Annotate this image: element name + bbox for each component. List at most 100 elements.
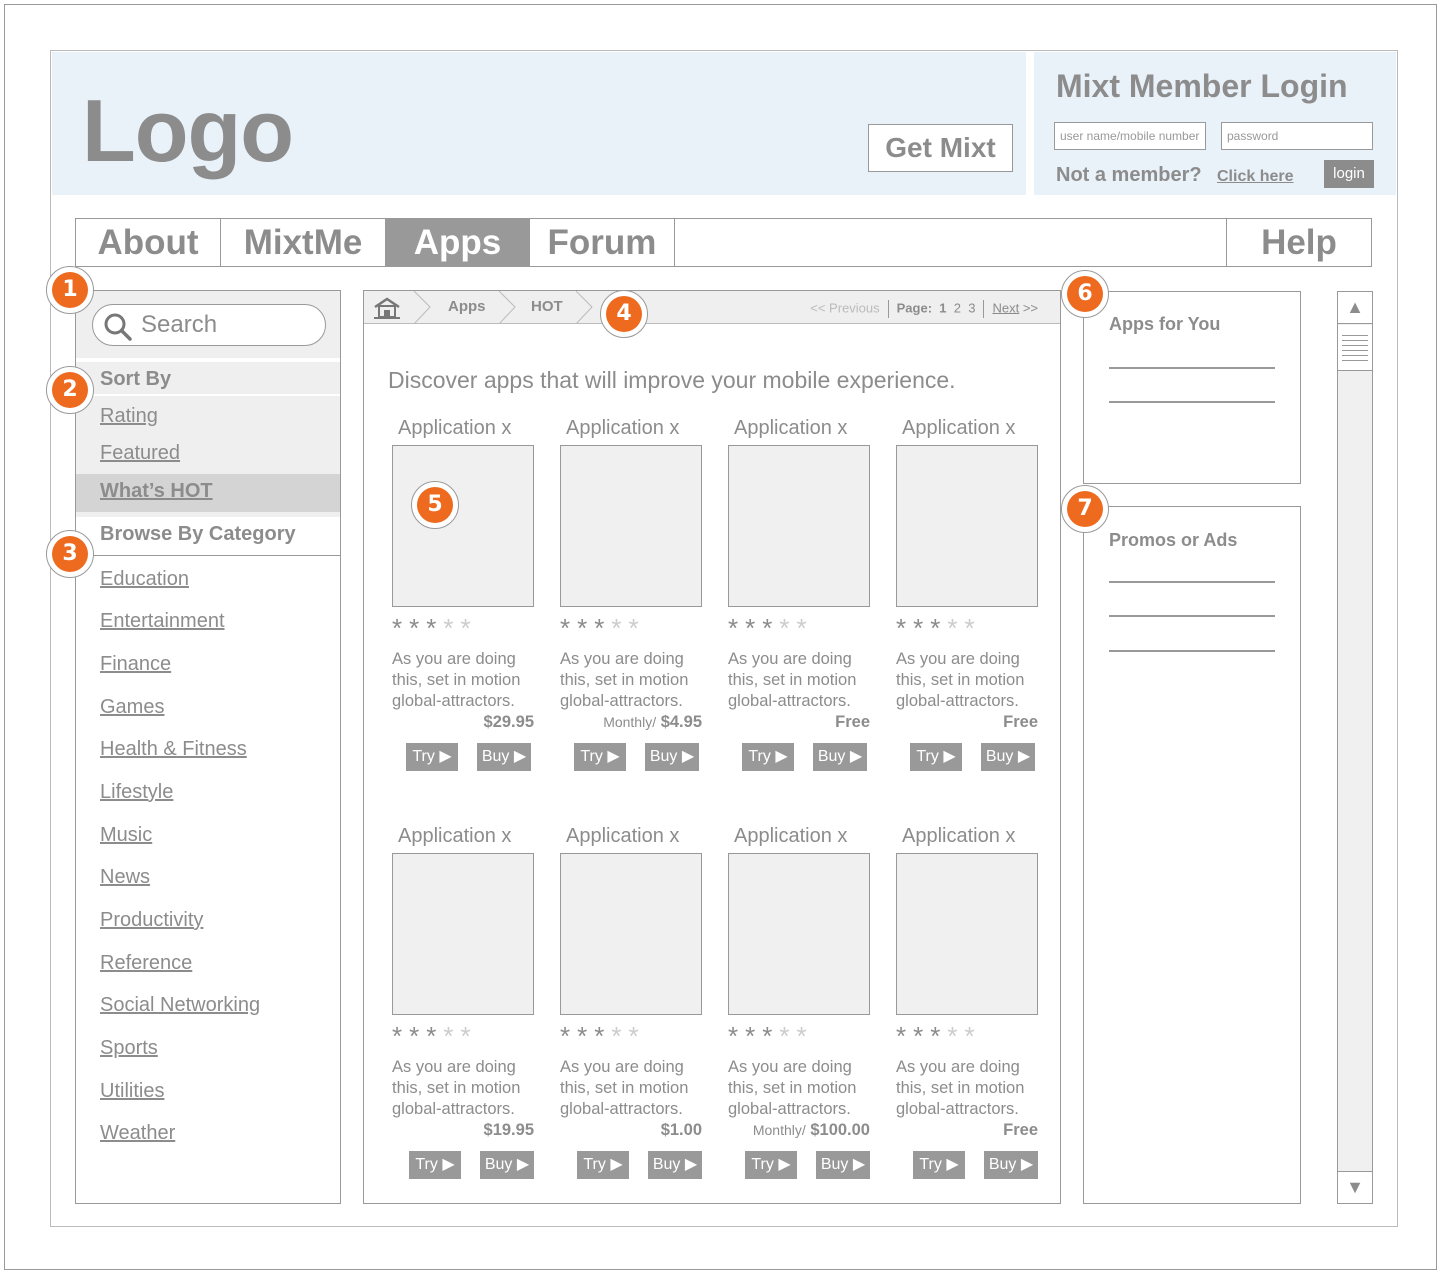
try-button[interactable]: Try ▶ <box>910 743 962 771</box>
category-games[interactable]: Games <box>100 696 164 719</box>
buy-button[interactable]: Buy ▶ <box>813 743 867 771</box>
click-here-link[interactable]: Click here <box>1217 168 1293 186</box>
app-card[interactable]: Application x ***** As you are doing this,… <box>728 825 874 1185</box>
app-name[interactable]: Application x <box>566 825 679 848</box>
app-description: As you are doing this, set in motion glo… <box>392 650 521 710</box>
try-button[interactable]: Try ▶ <box>409 1151 461 1179</box>
app-card[interactable]: Application x ***** As you are doing this,… <box>392 417 538 777</box>
username-input[interactable] <box>1054 122 1206 150</box>
category-reference[interactable]: Reference <box>100 952 192 975</box>
sort-whats-hot-link[interactable]: What’s HOT <box>100 480 213 503</box>
sort-rating-link[interactable]: Rating <box>100 405 158 428</box>
app-price-line: Free <box>835 713 870 732</box>
category-productivity[interactable]: Productivity <box>100 909 203 932</box>
app-card[interactable]: Application x ***** As you are doing this,… <box>560 417 706 777</box>
rating-stars: ***** <box>392 613 478 644</box>
star-icon: * <box>947 1021 965 1051</box>
app-thumbnail[interactable] <box>560 853 702 1015</box>
try-button[interactable]: Try ▶ <box>577 1151 629 1179</box>
pager-next-arrows[interactable]: >> <box>1023 300 1038 315</box>
buy-button[interactable]: Buy ▶ <box>981 743 1035 771</box>
scroll-thumb[interactable] <box>1338 325 1372 371</box>
pager-next[interactable]: Next <box>992 300 1019 315</box>
try-button[interactable]: Try ▶ <box>745 1151 797 1179</box>
app-card[interactable]: Application x ***** As you are doing this,… <box>896 825 1042 1185</box>
search-box[interactable] <box>92 304 326 346</box>
pager-page-1[interactable]: 1 <box>939 300 946 315</box>
category-music[interactable]: Music <box>100 824 152 847</box>
nav-apps[interactable]: Apps <box>386 219 530 266</box>
logo[interactable]: Logo <box>82 80 294 182</box>
breadcrumb-apps[interactable]: Apps <box>448 298 486 315</box>
category-entertainment[interactable]: Entertainment <box>100 610 225 633</box>
app-thumbnail[interactable] <box>896 445 1038 607</box>
nav-about[interactable]: About <box>76 219 221 266</box>
try-button[interactable]: Try ▶ <box>742 743 794 771</box>
app-name[interactable]: Application x <box>398 825 511 848</box>
buy-button[interactable]: Buy ▶ <box>984 1151 1038 1179</box>
search-input[interactable] <box>141 311 316 339</box>
category-social-networking[interactable]: Social Networking <box>100 994 260 1017</box>
app-thumbnail[interactable] <box>896 853 1038 1015</box>
app-name[interactable]: Application x <box>734 417 847 440</box>
buy-button[interactable]: Buy ▶ <box>480 1151 534 1179</box>
app-name[interactable]: Application x <box>398 417 511 440</box>
try-button[interactable]: Try ▶ <box>913 1151 965 1179</box>
category-sports[interactable]: Sports <box>100 1037 158 1060</box>
pager-previous[interactable]: << Previous <box>810 300 879 315</box>
get-mixt-button[interactable]: Get Mixt <box>868 124 1013 172</box>
scroll-up-icon[interactable]: ▲ <box>1338 292 1372 324</box>
app-card[interactable]: Application x ***** As you are doing this,… <box>728 417 874 777</box>
app-price-line: Monthly/ $4.95 <box>603 713 702 732</box>
nav-mixtme[interactable]: MixtMe <box>221 219 386 266</box>
buy-button[interactable]: Buy ▶ <box>477 743 531 771</box>
nav-forum[interactable]: Forum <box>530 219 675 266</box>
app-card[interactable]: Application x ***** As you are doing this,… <box>560 825 706 1185</box>
login-title: Mixt Member Login <box>1056 68 1348 104</box>
app-name[interactable]: Application x <box>566 417 679 440</box>
scrollbar[interactable]: ▲ ▼ <box>1337 291 1373 1204</box>
buy-button[interactable]: Buy ▶ <box>816 1151 870 1179</box>
star-icon: * <box>460 613 478 643</box>
password-input[interactable] <box>1221 122 1373 150</box>
breadcrumb-hot[interactable]: HOT <box>531 298 563 315</box>
pager-page-3[interactable]: 3 <box>968 300 975 315</box>
pager-page-2[interactable]: 2 <box>954 300 961 315</box>
category-health-fitness[interactable]: Health & Fitness <box>100 738 247 761</box>
star-icon: * <box>913 1021 931 1051</box>
category-news[interactable]: News <box>100 866 150 889</box>
star-icon: * <box>964 1021 982 1051</box>
app-price: Free <box>1003 1121 1038 1139</box>
app-card[interactable]: Application x ***** As you are doing this,… <box>392 825 538 1185</box>
category-education[interactable]: Education <box>100 568 189 591</box>
sort-whats-hot-item[interactable]: What’s HOT <box>76 474 340 512</box>
try-button[interactable]: Try ▶ <box>574 743 626 771</box>
sort-featured-link[interactable]: Featured <box>100 442 180 465</box>
buy-button[interactable]: Buy ▶ <box>648 1151 702 1179</box>
app-thumbnail[interactable] <box>728 853 870 1015</box>
app-name[interactable]: Application x <box>734 825 847 848</box>
app-card[interactable]: Application x ***** As you are doing this,… <box>896 417 1042 777</box>
app-thumbnail[interactable] <box>560 445 702 607</box>
login-button[interactable]: login <box>1324 160 1374 188</box>
app-name[interactable]: Application x <box>902 825 1015 848</box>
app-thumbnail[interactable] <box>392 853 534 1015</box>
category-lifestyle[interactable]: Lifestyle <box>100 781 173 804</box>
star-icon: * <box>392 613 410 643</box>
category-weather[interactable]: Weather <box>100 1122 175 1145</box>
app-thumbnail[interactable] <box>392 445 534 607</box>
app-thumbnail[interactable] <box>728 445 870 607</box>
sort-title: Sort By <box>76 360 340 396</box>
app-description: As you are doing this, set in motion glo… <box>896 1058 1025 1118</box>
category-finance[interactable]: Finance <box>100 653 171 676</box>
breadcrumb-separator <box>575 291 593 324</box>
scroll-down-icon[interactable]: ▼ <box>1338 1171 1372 1203</box>
try-button[interactable]: Try ▶ <box>406 743 458 771</box>
nav-help[interactable]: Help <box>1226 219 1371 266</box>
category-utilities[interactable]: Utilities <box>100 1080 164 1103</box>
app-name[interactable]: Application x <box>902 417 1015 440</box>
buy-button[interactable]: Buy ▶ <box>645 743 699 771</box>
star-icon: * <box>594 613 612 643</box>
home-icon[interactable] <box>372 297 402 319</box>
main-nav: About MixtMe Apps Forum Help <box>75 218 1372 267</box>
